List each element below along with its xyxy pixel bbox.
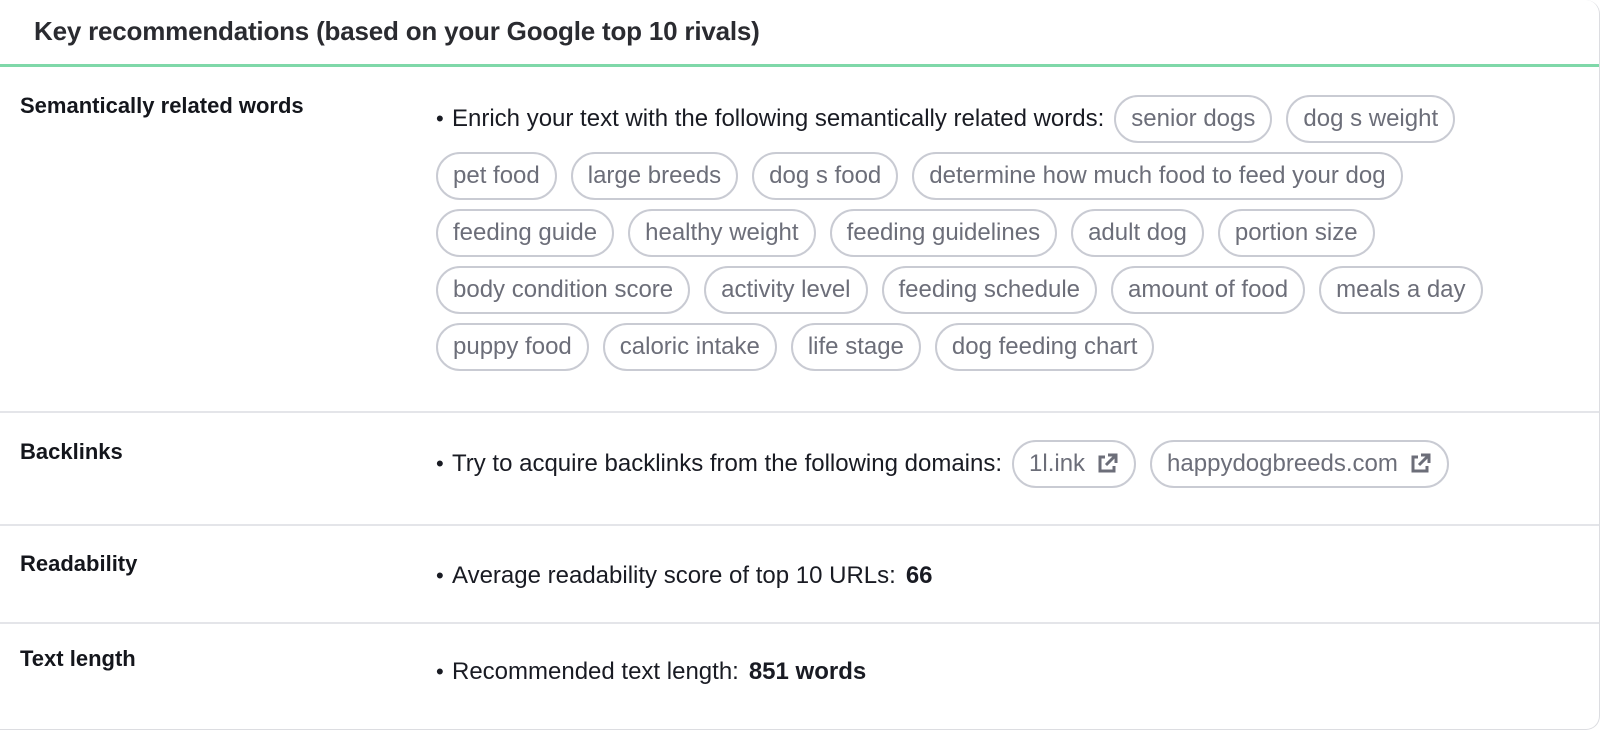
text-length-text: Recommended text length:	[452, 658, 739, 685]
readability-line: • Average readability score of top 10 UR…	[436, 562, 1599, 590]
semantic-word-chip[interactable]: determine how much food to feed your dog	[912, 152, 1403, 200]
bullet: •	[436, 563, 444, 588]
row-label: Backlinks	[20, 439, 123, 464]
semantic-word-chip[interactable]: feeding guide	[436, 209, 615, 257]
card-title: Key recommendations (based on your Googl…	[34, 15, 760, 46]
semantic-word-chip[interactable]: caloric intake	[602, 323, 777, 371]
row-readability: Readability • Average readability score …	[0, 526, 1599, 624]
row-body: • Enrich your text with the following se…	[436, 67, 1599, 411]
text-length-line: • Recommended text length: 851 words	[436, 658, 1599, 686]
semantic-word-chip[interactable]: dog feeding chart	[934, 323, 1155, 371]
row-semantically-related-words: Semantically related words • Enrich your…	[0, 67, 1599, 413]
external-link-icon	[1411, 453, 1431, 473]
row-label: Readability	[20, 551, 138, 576]
domain-text: 1l.ink	[1029, 450, 1086, 477]
semantic-word-chip[interactable]: senior dogs	[1114, 95, 1273, 143]
semantic-word-chip[interactable]: amount of food	[1111, 266, 1306, 314]
row-label: Semantically related words	[20, 93, 304, 118]
semantic-word-chip[interactable]: body condition score	[436, 266, 691, 314]
backlink-domain-chip[interactable]: 1l.ink	[1012, 440, 1137, 488]
semantic-word-chip[interactable]: large breeds	[570, 152, 739, 200]
row-text-length: Text length • Recommended text length: 8…	[0, 624, 1599, 724]
semantic-word-chip[interactable]: life stage	[790, 323, 921, 371]
semantic-word-chip[interactable]: dog s food	[752, 152, 899, 200]
semantic-word-chip[interactable]: portion size	[1217, 209, 1375, 257]
semantic-word-chip[interactable]: feeding guidelines	[829, 209, 1058, 257]
external-link-icon	[1098, 453, 1118, 473]
semantic-word-chip[interactable]: pet food	[436, 152, 557, 200]
row-body: • Average readability score of top 10 UR…	[436, 526, 1599, 622]
bullet: •	[436, 659, 444, 684]
backlinks-intro-text: Try to acquire backlinks from the follow…	[452, 450, 1003, 477]
readability-text: Average readability score of top 10 URLs…	[452, 562, 896, 589]
backlink-domain-chip[interactable]: happydogbreeds.com	[1150, 440, 1449, 488]
row-backlinks: Backlinks • Try to acquire backlinks fro…	[0, 413, 1599, 526]
semantic-word-chip[interactable]: activity level	[704, 266, 868, 314]
row-body: • Try to acquire backlinks from the foll…	[436, 413, 1599, 524]
backlink-domains-list: • Try to acquire backlinks from the foll…	[436, 440, 1599, 497]
semantic-word-chip[interactable]: puppy food	[436, 323, 589, 371]
row-body: • Recommended text length: 851 words	[436, 624, 1599, 724]
bullet: •	[436, 106, 444, 131]
semantic-intro: • Enrich your text with the following se…	[436, 95, 1104, 143]
readability-score: 66	[905, 562, 933, 589]
semantic-word-chip[interactable]: dog s weight	[1286, 95, 1456, 143]
backlinks-intro: • Try to acquire backlinks from the foll…	[436, 440, 1002, 488]
semantic-word-chip[interactable]: adult dog	[1071, 209, 1204, 257]
bullet: •	[436, 451, 444, 476]
semantic-word-chip[interactable]: feeding schedule	[881, 266, 1097, 314]
semantic-intro-text: Enrich your text with the following sema…	[452, 105, 1105, 132]
row-label: Text length	[20, 646, 136, 671]
semantic-word-chip[interactable]: healthy weight	[628, 209, 816, 257]
domain-text: happydogbreeds.com	[1167, 450, 1398, 477]
text-length-value: 851 words	[748, 658, 867, 685]
semantic-word-chip[interactable]: meals a day	[1319, 266, 1483, 314]
key-recommendations-card: Key recommendations (based on your Googl…	[0, 0, 1600, 730]
semantic-words-list: • Enrich your text with the following se…	[436, 95, 1599, 380]
card-header: Key recommendations (based on your Googl…	[0, 0, 1599, 67]
